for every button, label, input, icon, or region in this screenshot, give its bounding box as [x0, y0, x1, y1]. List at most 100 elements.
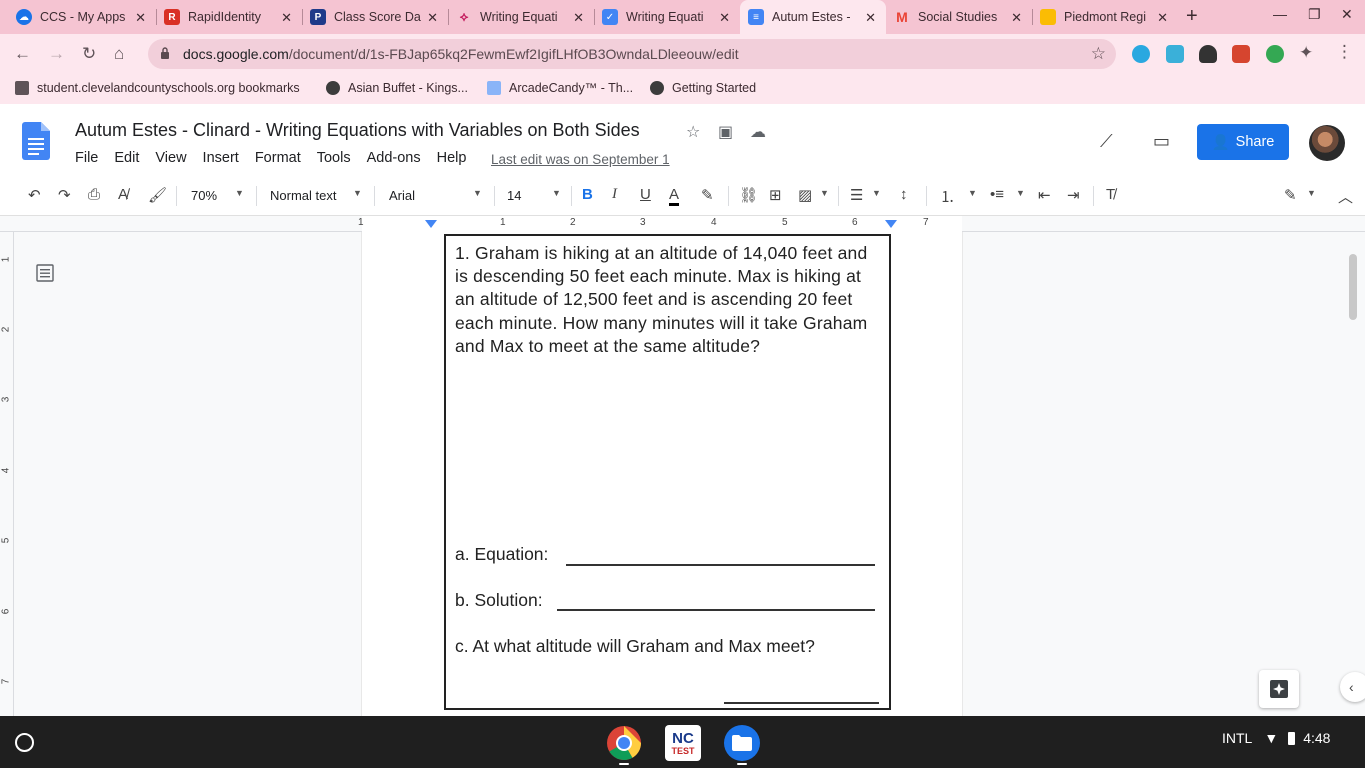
move-folder-icon[interactable]: ▣	[718, 122, 733, 142]
right-indent-marker[interactable]	[885, 220, 897, 228]
minimize-icon[interactable]: —	[1273, 6, 1287, 22]
avatar[interactable]	[1309, 125, 1345, 161]
menu-file[interactable]: File	[75, 150, 98, 166]
reload-icon[interactable]: ↻	[82, 44, 96, 64]
tab-writing-equations-1[interactable]: ⟡ Writing Equati ✕	[448, 0, 594, 34]
undo-icon[interactable]: ↶	[28, 186, 41, 204]
close-icon[interactable]: ✕	[719, 10, 730, 26]
extensions-puzzle-icon[interactable]: ✦	[1299, 43, 1313, 63]
menu-help[interactable]: Help	[437, 150, 467, 166]
address-bar[interactable]: docs.google.com/document/d/1s-FBJap65kq2…	[148, 39, 1116, 69]
add-comment-icon[interactable]: ⊞	[769, 186, 782, 204]
menu-tools[interactable]: Tools	[317, 150, 351, 166]
link-icon[interactable]: ⛓	[739, 186, 758, 204]
close-icon[interactable]: ✕	[865, 10, 876, 26]
close-window-icon[interactable]: ✕	[1341, 6, 1353, 23]
side-panel-toggle[interactable]: ‹	[1340, 672, 1365, 702]
back-icon[interactable]: ←	[14, 44, 31, 64]
cloud-status-icon[interactable]: ☁	[750, 122, 766, 142]
menu-addons[interactable]: Add-ons	[367, 150, 421, 166]
style-select[interactable]: Normal text	[270, 188, 336, 203]
tab-ccs-my-apps[interactable]: ☁ CCS - My Apps ✕	[8, 0, 156, 34]
line-spacing-icon[interactable]: ↕	[900, 186, 908, 203]
print-icon[interactable]: ⎙	[88, 186, 100, 203]
collapse-menus-icon[interactable]: ︿	[1338, 186, 1353, 207]
star-icon[interactable]: ☆	[686, 122, 700, 142]
editing-mode-pencil-icon[interactable]: ✎	[1284, 186, 1297, 204]
extension-robot-icon[interactable]	[1199, 45, 1217, 63]
extension-green-icon[interactable]	[1266, 45, 1284, 63]
chevron-down-icon[interactable]: ▼	[1307, 188, 1316, 198]
explore-button[interactable]	[1259, 670, 1299, 708]
increase-indent-icon[interactable]: ⇥	[1067, 186, 1080, 204]
comment-icon[interactable]: ▭	[1153, 131, 1170, 152]
activity-trend-icon[interactable]: ⟋	[1100, 131, 1113, 152]
tab-writing-equations-2[interactable]: ✓ Writing Equati ✕	[594, 0, 740, 34]
chevron-down-icon[interactable]: ▼	[820, 188, 829, 198]
nc-test-app-icon[interactable]: NC TEST	[665, 725, 701, 761]
document-page[interactable]: 1. Graham is hiking at an altitude of 14…	[362, 232, 962, 716]
bold-icon[interactable]: B	[582, 186, 593, 203]
extension-cloud-icon[interactable]	[1166, 45, 1184, 63]
tab-class-score[interactable]: P Class Score Da ✕	[302, 0, 448, 34]
chrome-menu-icon[interactable]: ⋮	[1336, 42, 1353, 62]
clear-formatting-icon[interactable]: T̸	[1106, 186, 1115, 203]
close-icon[interactable]: ✕	[281, 10, 292, 26]
last-edit-link[interactable]: Last edit was on September 1	[491, 152, 670, 167]
redo-icon[interactable]: ↷	[58, 186, 71, 204]
insert-image-icon[interactable]: ▨	[798, 186, 812, 204]
bookmark-folder[interactable]: student.clevelandcountyschools.org bookm…	[15, 81, 300, 95]
bookmark-star-icon[interactable]: ☆	[1091, 44, 1106, 64]
new-tab-icon[interactable]: +	[1186, 5, 1198, 28]
paint-format-icon[interactable]: 🖌	[148, 186, 167, 204]
chevron-down-icon[interactable]: ▼	[1016, 188, 1025, 198]
chevron-down-icon[interactable]: ▼	[872, 188, 881, 198]
align-icon[interactable]: ☰	[850, 186, 863, 204]
menu-insert[interactable]: Insert	[203, 150, 239, 166]
chrome-app-icon[interactable]	[606, 725, 642, 761]
menu-format[interactable]: Format	[255, 150, 301, 166]
home-icon[interactable]: ⌂	[114, 44, 124, 64]
files-app-icon[interactable]	[724, 725, 760, 761]
launcher-icon[interactable]	[15, 733, 34, 752]
extension-megaphone-icon[interactable]	[1232, 45, 1250, 63]
close-icon[interactable]: ✕	[135, 10, 146, 26]
document-title[interactable]: Autum Estes - Clinard - Writing Equation…	[75, 120, 640, 141]
underline-icon[interactable]: U	[640, 186, 651, 203]
tab-rapididentity[interactable]: R RapidIdentity ✕	[156, 0, 302, 34]
menu-edit[interactable]: Edit	[114, 150, 139, 166]
close-icon[interactable]: ✕	[427, 10, 438, 26]
chevron-down-icon[interactable]: ▼	[968, 188, 977, 198]
font-select[interactable]: Arial	[389, 188, 415, 203]
google-docs-logo-icon[interactable]	[22, 122, 50, 160]
forward-icon[interactable]: →	[48, 44, 65, 64]
menu-view[interactable]: View	[155, 150, 186, 166]
close-icon[interactable]: ✕	[1011, 10, 1022, 26]
document-outline-icon[interactable]	[36, 264, 54, 282]
bulleted-list-icon[interactable]: •≡	[990, 186, 1004, 203]
tab-autum-estes-active[interactable]: ≡ Autum Estes - ✕	[740, 0, 886, 34]
chevron-down-icon[interactable]: ▼	[353, 188, 362, 198]
bookmark-arcadecandy[interactable]: ArcadeCandy™ - Th...	[487, 81, 633, 95]
share-button[interactable]: 👤 Share	[1197, 124, 1289, 160]
font-size-select[interactable]: 14	[507, 188, 521, 203]
close-icon[interactable]: ✕	[1157, 10, 1168, 26]
close-icon[interactable]: ✕	[573, 10, 584, 26]
tab-social-studies[interactable]: M Social Studies ✕	[886, 0, 1032, 34]
chevron-down-icon[interactable]: ▼	[473, 188, 482, 198]
restore-icon[interactable]: ❐	[1308, 6, 1321, 23]
chevron-down-icon[interactable]: ▼	[552, 188, 561, 198]
bookmark-asian-buffet[interactable]: Asian Buffet - Kings...	[326, 81, 468, 95]
status-tray[interactable]: INTL ▼ 4:48	[1222, 730, 1330, 746]
italic-icon[interactable]: I	[612, 186, 617, 203]
chevron-down-icon[interactable]: ▼	[235, 188, 244, 198]
tab-piedmont[interactable]: Piedmont Regi ✕	[1032, 0, 1178, 34]
zoom-select[interactable]: 70%	[191, 188, 217, 203]
left-indent-marker[interactable]	[425, 220, 437, 228]
spellcheck-icon[interactable]: A̸	[118, 186, 128, 203]
highlight-icon[interactable]: ✎	[701, 186, 714, 204]
text-color-icon[interactable]: A	[669, 186, 680, 206]
bookmark-getting-started[interactable]: Getting Started	[650, 81, 756, 95]
numbered-list-icon[interactable]: ⒈	[940, 186, 955, 207]
vertical-scrollbar[interactable]	[1349, 254, 1357, 320]
